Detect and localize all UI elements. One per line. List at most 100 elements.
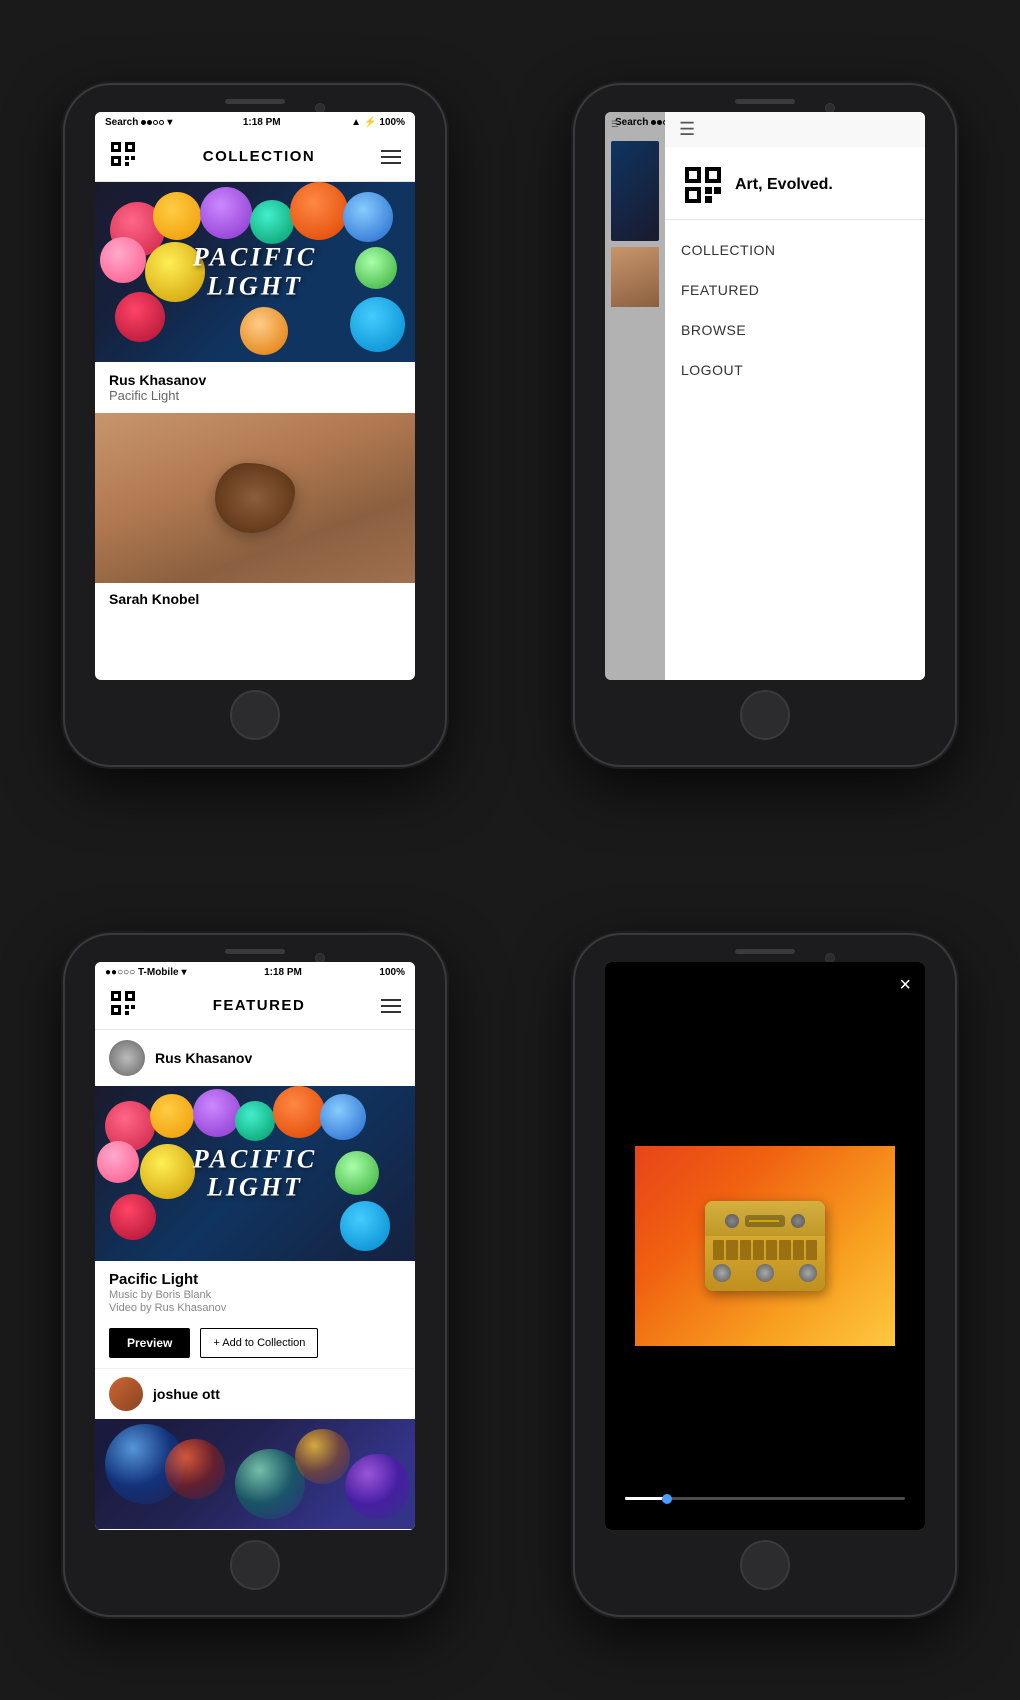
- battery-3: 100%: [379, 967, 405, 978]
- signal-dot-1: [141, 120, 146, 125]
- menu-item-logout[interactable]: LOGOUT: [665, 350, 925, 390]
- preview-button[interactable]: Preview: [109, 1328, 190, 1358]
- video-close-button[interactable]: ×: [899, 974, 911, 997]
- artist-name-3: Rus Khasanov: [155, 1050, 252, 1066]
- phone-speaker-1: [225, 99, 285, 104]
- phone-screen-1: Search ▾ 1:18 PM ▲ ⚡ 100%: [95, 112, 415, 680]
- artwork-info-1: Rus Khasanov Pacific Light: [95, 362, 415, 413]
- artwork-main-title: Pacific Light: [109, 1271, 401, 1288]
- menu-dim[interactable]: ☰: [605, 112, 665, 680]
- menu-close-nav-icon[interactable]: ☰: [679, 119, 695, 140]
- artwork-card-1[interactable]: PACIFICLIGHT Rus Khasanov Pacific Light: [95, 182, 415, 413]
- artwork-subtitle-2: Video by Rus Khasanov: [109, 1302, 401, 1314]
- menu-bg-icon: ☰: [611, 120, 659, 129]
- menu-overlay: ☰ ☰: [605, 112, 925, 680]
- artist-avatar-2: [109, 1377, 143, 1411]
- logo-3[interactable]: [109, 989, 137, 1022]
- menu-item-featured[interactable]: FEATURED: [665, 270, 925, 310]
- video-content: [605, 962, 925, 1530]
- artwork-info-2: Sarah Knobel: [95, 583, 415, 615]
- video-screen: ×: [605, 962, 925, 1530]
- featured-artwork[interactable]: PACIFICLIGHT: [95, 1086, 415, 1261]
- home-btn-1[interactable]: [230, 690, 280, 740]
- menu-items: COLLECTION FEATURED BROWSE LOGOUT: [665, 220, 925, 400]
- artwork-name-1: Pacific Light: [109, 388, 401, 403]
- phone-1: Search ▾ 1:18 PM ▲ ⚡ 100%: [65, 85, 445, 765]
- sarah-blob: [215, 463, 295, 533]
- radio-knob-1: [725, 1214, 739, 1228]
- phone-screen-4: ×: [605, 962, 925, 1530]
- home-btn-3[interactable]: [230, 1540, 280, 1590]
- menu-header: Art, Evolved.: [665, 147, 925, 220]
- pacific-light-title: PACIFICLIGHT: [193, 243, 318, 300]
- menu-item-browse[interactable]: BROWSE: [665, 310, 925, 350]
- radio-speaker-grille: [713, 1240, 817, 1260]
- time-3: 1:18 PM: [264, 967, 302, 978]
- battery-1: 100%: [379, 117, 405, 128]
- home-btn-4[interactable]: [740, 1540, 790, 1590]
- wifi-icon-3: ▾: [182, 967, 187, 978]
- phone-speaker-4: [735, 949, 795, 954]
- nav-title-1: COLLECTION: [203, 148, 316, 165]
- nav-bar-3: FEATURED: [95, 982, 415, 1030]
- radio-display: [745, 1215, 785, 1227]
- nav-title-3: FEATURED: [213, 997, 306, 1014]
- artwork-sarah: [95, 413, 415, 583]
- radio-dial-3: [799, 1264, 817, 1282]
- menu-bg-artwork2: [611, 247, 659, 307]
- artwork-pacific: PACIFICLIGHT: [95, 182, 415, 362]
- radio-top: [705, 1201, 825, 1236]
- artwork-info-section: Pacific Light Music by Boris Blank Video…: [95, 1261, 415, 1320]
- menu-panel: ☰ Art, Evolved.: [665, 112, 925, 680]
- phone-screen-3: ●●○○○ T-Mobile ▾ 1:18 PM 100%: [95, 962, 415, 1530]
- radio-device: [705, 1201, 825, 1291]
- action-buttons: Preview + Add to Collection: [95, 1320, 415, 1368]
- video-artwork: [635, 1146, 895, 1346]
- artwork2-thumb[interactable]: [95, 1419, 415, 1529]
- progress-thumb[interactable]: [662, 1494, 672, 1504]
- artist-name-1: Rus Khasanov: [109, 372, 401, 388]
- add-to-collection-button[interactable]: + Add to Collection: [200, 1328, 318, 1358]
- location-icon-1: ▲: [351, 117, 361, 128]
- phone-4: ×: [575, 935, 955, 1615]
- nav-bar-1: COLLECTION: [95, 132, 415, 182]
- time-1: 1:18 PM: [243, 117, 281, 128]
- menu-icon-1[interactable]: [381, 150, 401, 164]
- carrier-3: ●●○○○ T-Mobile: [105, 967, 179, 978]
- radio-dial-2: [756, 1264, 774, 1282]
- phone-speaker-3: [225, 949, 285, 954]
- progress-fill: [625, 1497, 667, 1500]
- home-btn-2[interactable]: [740, 690, 790, 740]
- artist-name-4: joshue ott: [153, 1386, 220, 1402]
- phone-2: Search 1:18 PM 100% ☰: [575, 85, 955, 765]
- artist-name-2: Sarah Knobel: [109, 591, 401, 607]
- battery-icon-1: ⚡: [364, 117, 376, 128]
- status-bar-3: ●●○○○ T-Mobile ▾ 1:18 PM 100%: [95, 962, 415, 982]
- signal-dot-3: [153, 120, 158, 125]
- radio-dial-1: [713, 1264, 731, 1282]
- artwork-card-2[interactable]: Sarah Knobel: [95, 413, 415, 615]
- artist-row-1[interactable]: Rus Khasanov: [95, 1030, 415, 1086]
- carrier-1: Search: [105, 117, 138, 128]
- menu-bg-artwork: [611, 141, 659, 241]
- featured-pacific-title: PACIFICLIGHT: [193, 1145, 318, 1202]
- logo-1[interactable]: [109, 140, 137, 173]
- menu-logo: [681, 163, 725, 207]
- wifi-icon-1: ▾: [167, 117, 172, 128]
- progress-bar[interactable]: [625, 1497, 905, 1500]
- menu-brand: Art, Evolved.: [735, 176, 833, 194]
- artwork-subtitle-1: Music by Boris Blank: [109, 1289, 401, 1301]
- video-controls: [625, 1497, 905, 1500]
- radio-knob-2: [791, 1214, 805, 1228]
- artist-avatar-1: [109, 1040, 145, 1076]
- phone-screen-2: Search 1:18 PM 100% ☰: [605, 112, 925, 680]
- status-bar-1: Search ▾ 1:18 PM ▲ ⚡ 100%: [95, 112, 415, 132]
- signal-dot-4: [159, 120, 164, 125]
- signal-dot-2: [147, 120, 152, 125]
- menu-item-collection[interactable]: COLLECTION: [665, 230, 925, 270]
- menu-nav-bar: ☰: [665, 112, 925, 147]
- phone-speaker-2: [735, 99, 795, 104]
- phone-3: ●●○○○ T-Mobile ▾ 1:18 PM 100%: [65, 935, 445, 1615]
- artist-row-2[interactable]: joshue ott: [95, 1368, 415, 1419]
- menu-icon-3[interactable]: [381, 999, 401, 1013]
